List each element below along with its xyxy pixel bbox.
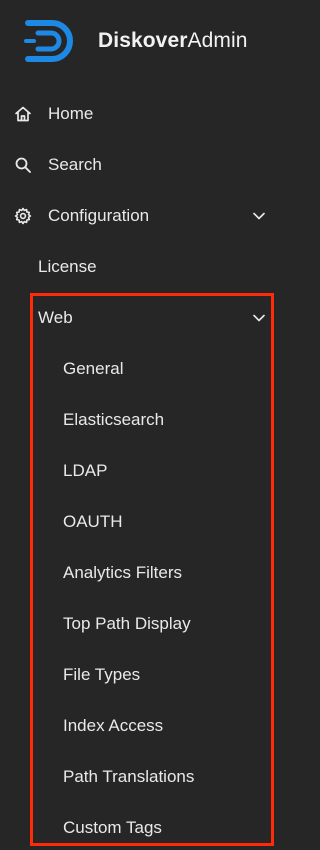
nav-item-web-top-path-display[interactable]: Top Path Display [0, 604, 282, 644]
nav-item-web[interactable]: Web [0, 298, 282, 338]
brand-name-bold: Diskover [98, 29, 188, 52]
nav-item-license[interactable]: License [0, 247, 282, 287]
nav-item-web-analytics-filters-label: Analytics Filters [63, 563, 183, 582]
nav-item-web-file-types-label: File Types [63, 665, 141, 684]
nav-item-web-oauth[interactable]: OAUTH [0, 502, 282, 542]
sidebar: DiskoverAdmin Home Search Configuration … [0, 0, 282, 850]
nav-item-web-custom-tags-label: Custom Tags [63, 818, 162, 837]
brand[interactable]: DiskoverAdmin [24, 14, 248, 68]
home-icon [13, 104, 33, 124]
nav-item-web-top-path-display-label: Top Path Display [63, 614, 191, 633]
nav-item-web-oauth-label: OAUTH [63, 512, 123, 531]
nav-item-web-path-translations[interactable]: Path Translations [0, 757, 282, 797]
nav-item-web-ldap[interactable]: LDAP [0, 451, 282, 491]
nav-item-home[interactable]: Home [0, 94, 282, 134]
nav-item-web-index-access-label: Index Access [63, 716, 164, 735]
gear-icon [13, 206, 33, 226]
nav-item-web-index-access[interactable]: Index Access [0, 706, 282, 746]
nav-item-search-label: Search [48, 155, 102, 174]
nav-item-web-elasticsearch-label: Elasticsearch [63, 410, 165, 429]
nav-item-web-custom-tags[interactable]: Custom Tags [0, 808, 282, 848]
nav-item-web-file-types[interactable]: File Types [0, 655, 282, 695]
chevron-down-icon [253, 212, 265, 220]
nav-item-home-label: Home [48, 104, 94, 123]
brand-name-light: Admin [187, 29, 248, 52]
nav-item-search[interactable]: Search [0, 145, 282, 185]
nav-item-web-label: Web [38, 308, 73, 327]
diskover-logo-icon [24, 20, 73, 62]
nav-item-web-general-label: General [63, 359, 124, 378]
nav-item-web-analytics-filters[interactable]: Analytics Filters [0, 553, 282, 593]
search-icon [13, 155, 33, 175]
nav-item-web-path-translations-label: Path Translations [63, 767, 195, 786]
nav-item-web-general[interactable]: General [0, 349, 282, 389]
nav-item-configuration-label: Configuration [48, 206, 150, 225]
nav-item-configuration[interactable]: Configuration [0, 196, 282, 236]
nav-item-web-ldap-label: LDAP [63, 461, 108, 480]
nav-item-license-label: License [38, 257, 97, 276]
brand-name: DiskoverAdmin [98, 29, 248, 53]
nav-item-web-elasticsearch[interactable]: Elasticsearch [0, 400, 282, 440]
chevron-down-icon [253, 314, 265, 322]
